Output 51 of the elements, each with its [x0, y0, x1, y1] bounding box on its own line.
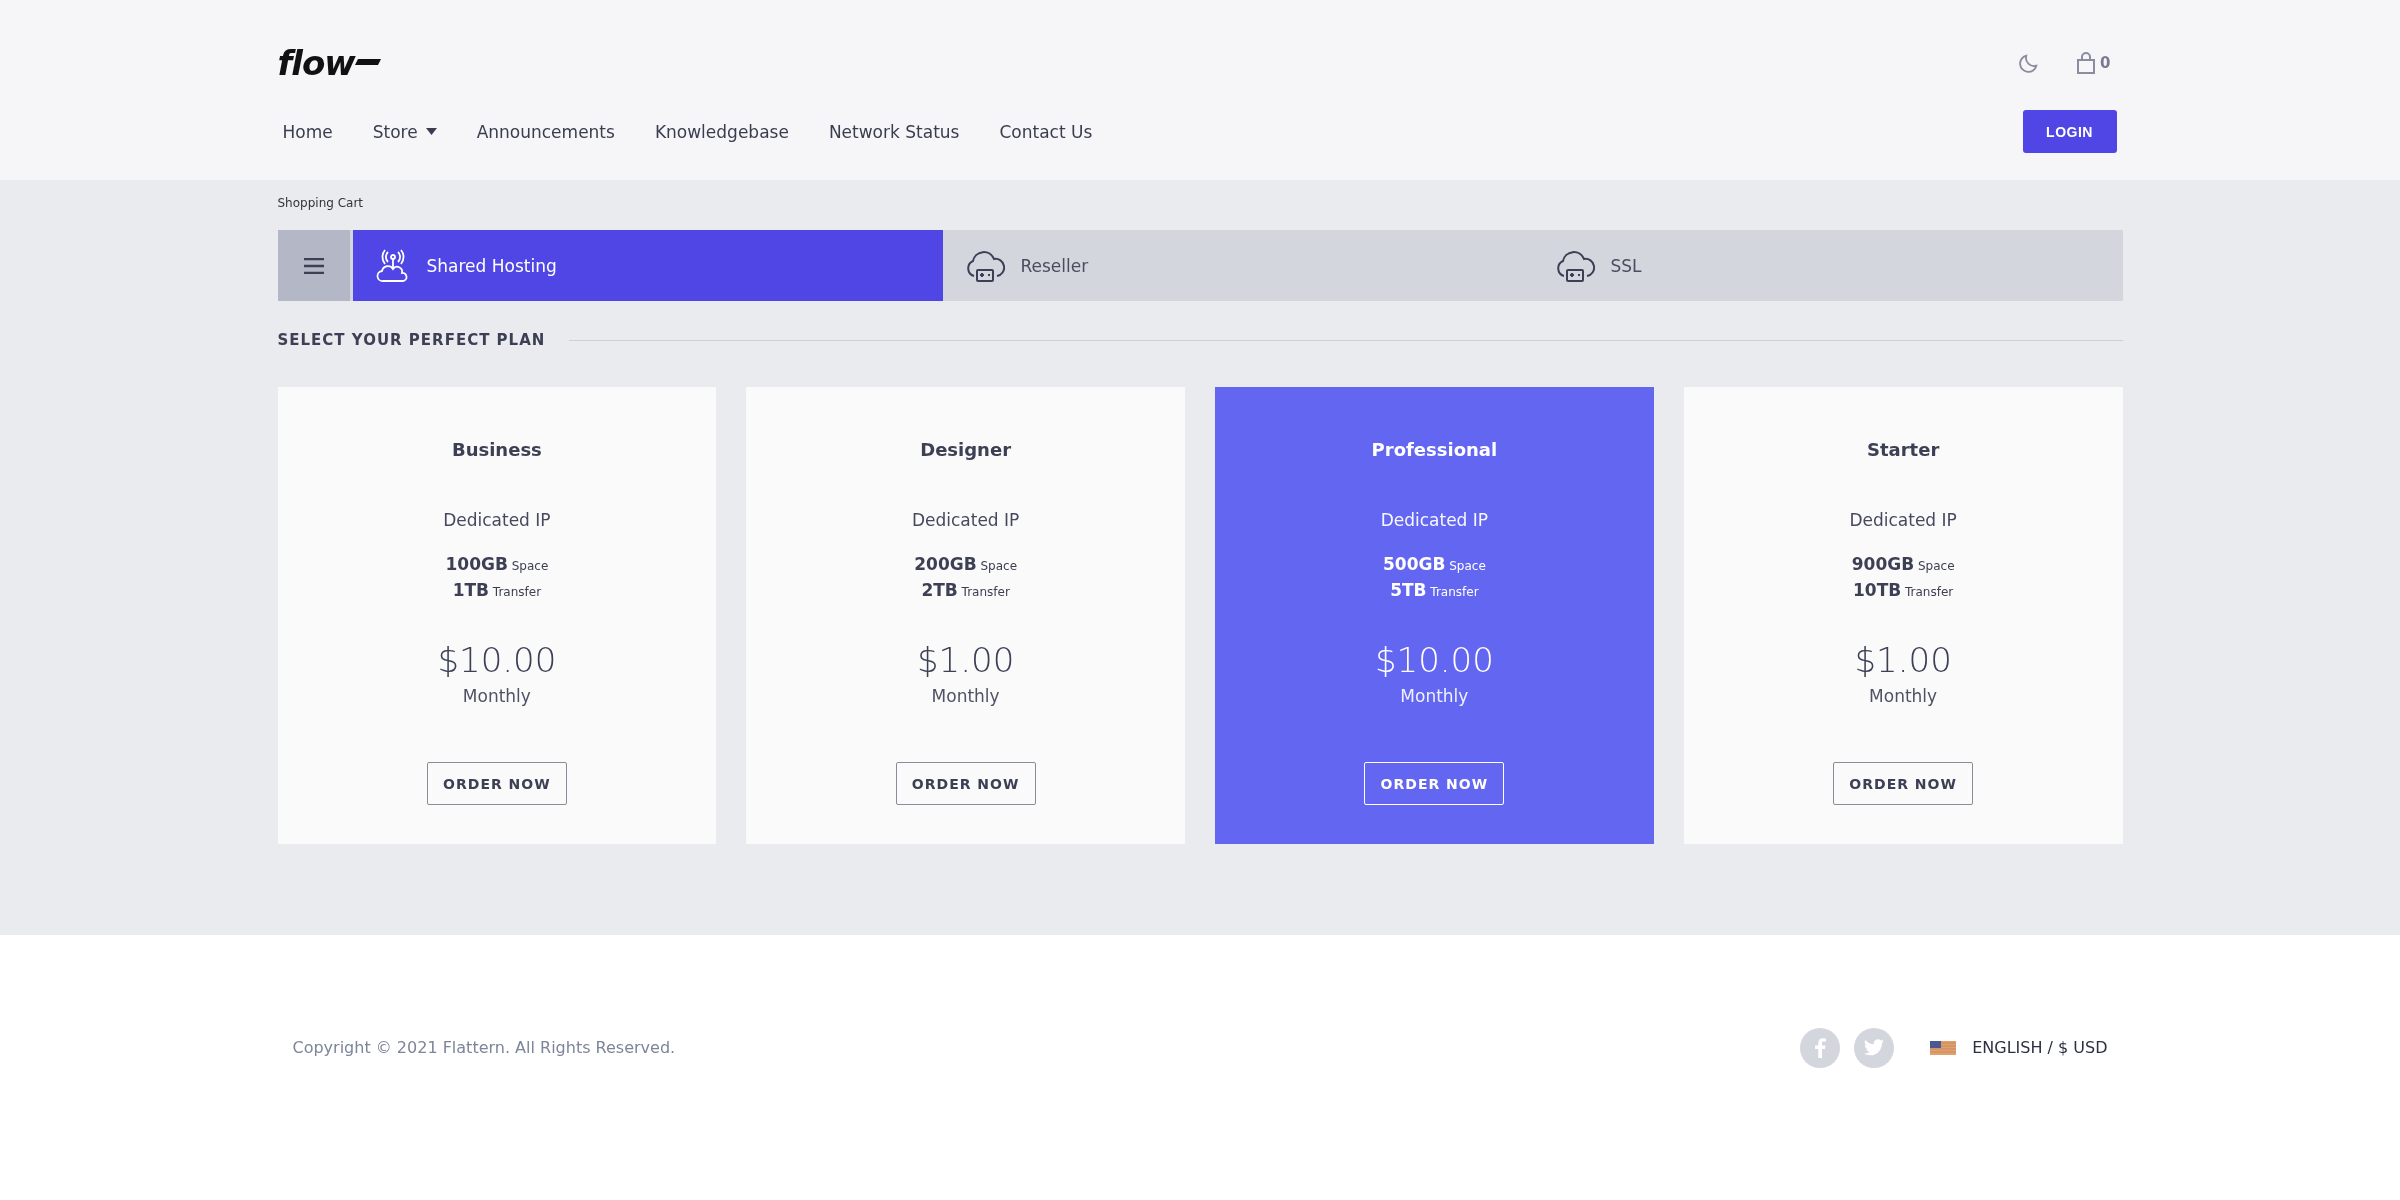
plan-spec: 900GB Space [1851, 554, 1955, 574]
nav-link[interactable]: Store [372, 121, 437, 142]
plan-price: $10.00 [437, 640, 557, 680]
plan-spec: 500GB Space [1382, 554, 1486, 574]
plan-spec: 2TB Transfer [921, 580, 1010, 600]
login-button[interactable]: LOGIN [2022, 110, 2117, 153]
twitter-icon [1864, 1039, 1885, 1056]
plan-feature: Dedicated IP [1849, 510, 1957, 530]
plan-feature: Dedicated IP [443, 510, 551, 530]
billing-cycle: Monthly [1869, 686, 1938, 706]
logo-bar-icon [354, 59, 381, 67]
order-button[interactable]: ORDER NOW [426, 762, 567, 805]
plan-feature: Dedicated IP [1380, 510, 1489, 530]
plan-feature: Dedicated IP [911, 510, 1020, 530]
nav-link[interactable]: Home [282, 121, 333, 142]
language-selector[interactable]: ENGLISH / $ USD [1930, 1038, 2108, 1057]
plan-price: $1.00 [1854, 640, 1952, 680]
plan-name: Business [451, 439, 542, 460]
plan-name: Starter [1867, 439, 1940, 460]
plan-spec: 100GB Space [445, 554, 549, 574]
plan-price: $10.00 [1374, 640, 1494, 680]
billing-cycle: Monthly [931, 686, 1000, 706]
plan-spec: 10TB Transfer [1852, 580, 1954, 600]
category-tab[interactable]: Shared Hosting [352, 230, 943, 301]
order-button[interactable]: ORDER NOW [1364, 762, 1505, 805]
order-button[interactable]: ORDER NOW [1833, 762, 1974, 805]
order-button[interactable]: ORDER NOW [895, 762, 1036, 805]
moon-icon[interactable] [2018, 52, 2041, 74]
nav-link[interactable]: Network Status [828, 121, 960, 142]
breadcrumb: Shopping Cart [277, 196, 365, 210]
plan-spec: 5TB Transfer [1390, 580, 1479, 600]
nav-link[interactable]: Announcements [476, 121, 615, 142]
plan-spec: 1TB Transfer [452, 580, 542, 600]
plan-name: Professional [1371, 439, 1498, 460]
caret-icon [425, 128, 437, 135]
facebook-icon [1814, 1037, 1827, 1058]
logo: flow [277, 46, 355, 80]
flag-icon [1930, 1040, 1957, 1055]
menu-button[interactable] [277, 230, 350, 301]
nav-link[interactable]: Knowledgebase [654, 121, 789, 142]
billing-cycle: Monthly [1400, 686, 1469, 706]
section-title: SELECT YOUR PERFECT PLAN [277, 331, 546, 349]
cart-count: 0 [2100, 54, 2111, 72]
plan-price: $1.00 [916, 640, 1015, 680]
menu-icon [303, 257, 324, 274]
copyright: Copyright © 2021 Flattern. All Rights Reserved. [292, 1038, 676, 1057]
shopping-bag-icon[interactable] [2076, 52, 2097, 74]
plan-spec: 200GB Space [914, 554, 1017, 574]
nav-link[interactable]: Contact Us [999, 121, 1093, 142]
billing-cycle: Monthly [462, 686, 531, 706]
plan-name: Designer [920, 439, 1012, 460]
